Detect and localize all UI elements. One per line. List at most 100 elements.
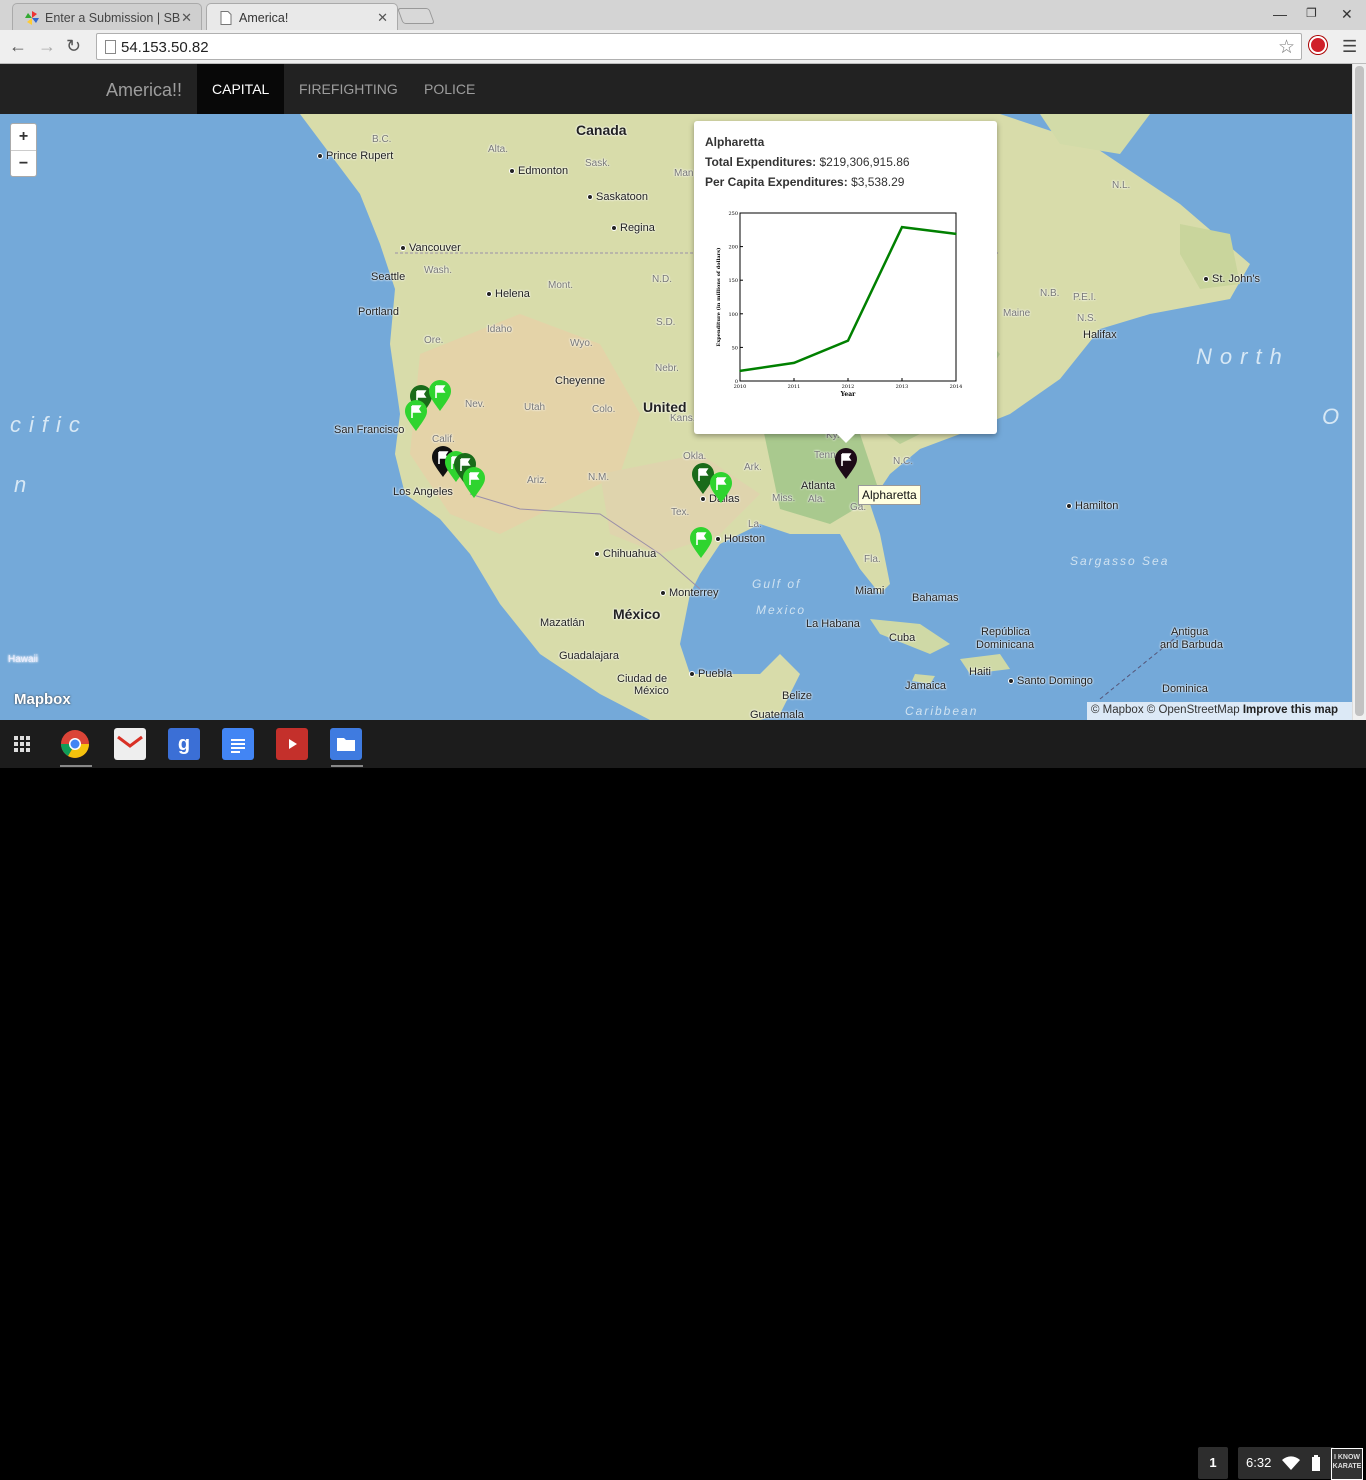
map-label: La Habana	[806, 618, 860, 630]
files-icon[interactable]	[330, 728, 362, 760]
map-label: Haiti	[969, 666, 992, 678]
nav-firefighting[interactable]: FIREFIGHTING	[284, 64, 413, 114]
map[interactable]: + − Canada B.C. Alta. Sask. Man. Prince …	[0, 114, 1352, 720]
avatar[interactable]: I KNOW KARATE	[1331, 1448, 1363, 1480]
tab-enter-submission[interactable]: Enter a Submission | SB ✕	[12, 3, 202, 30]
map-label: Canada	[576, 122, 627, 138]
scrollbar-thumb[interactable]	[1355, 66, 1364, 716]
clock: 6:32	[1246, 1455, 1272, 1470]
mapbox-logo[interactable]: Mapbox	[14, 691, 71, 708]
gmail-icon[interactable]	[114, 728, 146, 760]
flag-marker-icon[interactable]	[709, 472, 733, 504]
brand-link[interactable]: America!!	[106, 80, 182, 101]
map-label: Halifax	[1083, 329, 1117, 341]
nav-police[interactable]: POLICE	[409, 64, 490, 114]
popup-total-label: Total Expenditures:	[705, 155, 817, 169]
flag-marker-icon[interactable]	[834, 448, 858, 480]
map-label: Okla.	[683, 451, 707, 462]
new-tab-button[interactable]	[397, 8, 435, 24]
map-label: S.D.	[656, 317, 676, 328]
map-label: San Francisco	[334, 424, 405, 436]
close-icon[interactable]: ✕	[181, 10, 192, 26]
flag-marker-icon[interactable]	[689, 527, 713, 559]
data-point	[739, 370, 741, 372]
scrollbar[interactable]	[1352, 64, 1366, 720]
google-search-icon[interactable]: g	[168, 728, 200, 760]
tab-title: America!	[239, 11, 289, 25]
restore-icon[interactable]: ❐	[1306, 6, 1317, 20]
map-label: Maine	[1003, 308, 1031, 319]
address-bar[interactable]: 54.153.50.82 ☆	[96, 33, 1302, 60]
x-tick-label: 2013	[896, 384, 909, 390]
window-close-icon[interactable]: ✕	[1341, 6, 1353, 23]
google-docs-icon[interactable]	[222, 728, 254, 760]
map-label: Atlanta	[801, 480, 836, 492]
notification-count[interactable]: 1	[1198, 1447, 1228, 1479]
chart-frame	[739, 212, 957, 382]
youtube-icon[interactable]	[276, 728, 308, 760]
close-icon[interactable]: ✕	[377, 10, 388, 26]
map-label: Vancouver	[400, 242, 461, 254]
map-label: La.	[748, 519, 762, 530]
flag-marker-icon[interactable]	[404, 400, 428, 432]
battery-icon	[1312, 1455, 1320, 1471]
x-tick-label: 2014	[950, 384, 963, 390]
zoom-out-button[interactable]: −	[11, 150, 36, 176]
map-label: Portland	[358, 306, 399, 318]
map-label: N.L.	[1112, 180, 1131, 191]
back-icon[interactable]: ←	[9, 36, 27, 57]
chrome-icon[interactable]	[59, 728, 91, 760]
map-label: Alta.	[488, 144, 509, 155]
expenditure-chart: 0501001502002502010 2011 2012 2013 2014YearE…	[715, 211, 963, 398]
map-label: Helena	[486, 288, 530, 300]
page-icon	[220, 11, 232, 25]
y-axis-label: Expenditure (in millions of dollars)	[715, 248, 722, 347]
map-label: Miss.	[772, 493, 796, 504]
map-label: Monterrey	[660, 587, 719, 599]
data-point	[847, 339, 849, 342]
data-point	[955, 233, 957, 235]
app-launcher-icon[interactable]	[6, 728, 38, 760]
improve-map-link[interactable]: Improve this map	[1243, 704, 1338, 716]
map-label: Seattle	[371, 271, 406, 283]
flag-marker-icon[interactable]	[428, 380, 452, 412]
popup-total-value: $219,306,915.86	[819, 155, 910, 169]
y-tick-label: 150	[728, 278, 738, 284]
y-tick-label: 200	[728, 245, 738, 251]
map-label: Ala.	[808, 494, 826, 505]
map-label: República	[981, 626, 1030, 638]
y-tick-label: 100	[728, 312, 738, 318]
reload-icon[interactable]: ↻	[66, 36, 81, 57]
tab-title: Enter a Submission | SB	[45, 11, 181, 25]
minimize-icon[interactable]: —	[1273, 6, 1287, 22]
y-tick-label: 250	[728, 211, 738, 217]
map-label: N.M.	[588, 472, 610, 483]
os-shelf: g 1 6:32 I KNOW KARATE	[0, 720, 1366, 1480]
zoom-in-button[interactable]: +	[11, 124, 36, 150]
map-label: Calif.	[432, 434, 455, 445]
map-label: Edmonton	[509, 165, 568, 177]
map-label: Ark.	[744, 462, 762, 473]
map-label: B.C.	[372, 134, 392, 145]
map-label: N.C.	[893, 456, 913, 467]
map-label: Hamilton	[1066, 500, 1118, 512]
nav-capital[interactable]: CAPITAL	[197, 64, 285, 114]
map-label: Sargasso Sea	[1070, 554, 1170, 568]
map-label: Kans.	[670, 413, 696, 424]
map-label: Colo.	[592, 404, 616, 415]
extension-icon[interactable]	[1309, 36, 1327, 54]
map-label: N.D.	[652, 274, 672, 285]
bookmark-star-icon[interactable]: ☆	[1278, 36, 1295, 59]
flag-marker-icon[interactable]	[462, 467, 486, 499]
status-tray[interactable]: 6:32	[1238, 1447, 1334, 1479]
attribution-text[interactable]: © Mapbox © OpenStreetMap	[1091, 704, 1240, 716]
menu-icon[interactable]: ☰	[1342, 37, 1357, 57]
forward-icon[interactable]: →	[38, 36, 56, 57]
map-label: Los Angeles	[393, 486, 453, 498]
running-indicator	[331, 765, 363, 767]
map-label: and Barbuda	[1160, 639, 1223, 651]
url-text: 54.153.50.82	[121, 39, 209, 56]
map-label: Guadalajara	[559, 650, 619, 662]
popup-per-capita-row: Per Capita Expenditures: $3,538.29	[705, 175, 904, 189]
tab-america[interactable]: America! ✕	[206, 3, 398, 30]
